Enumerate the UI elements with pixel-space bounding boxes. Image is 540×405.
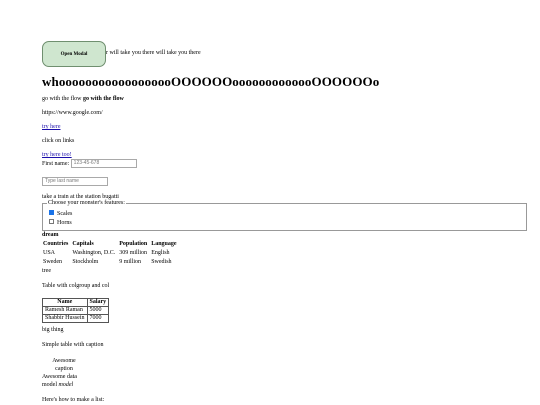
big-heading: whoooooooooooooooooOOOOOOooooooooooooOOO… <box>42 74 380 89</box>
click-on-links-text: click on links <box>42 138 75 144</box>
table-cell: English <box>151 250 170 256</box>
horns-label: Horns <box>57 220 72 226</box>
table-header: Language <box>151 241 177 247</box>
try-here-link[interactable]: try here <box>42 124 61 130</box>
table-header: Salary <box>86 298 110 307</box>
model-normal: model <box>42 382 57 388</box>
table-cell: Stockholm <box>72 259 99 265</box>
table-cell: 309 million <box>119 250 148 256</box>
last-name-field[interactable]: Type last name <box>42 177 108 186</box>
colgroup-caption: Table with colgroup and col <box>42 283 110 289</box>
table-cell: Washington, D.C. <box>72 250 116 256</box>
awesome-caption-line: caption <box>55 366 73 372</box>
first-name-label: First name: <box>42 160 70 167</box>
flow-text: go with the flow go with the flow <box>42 96 124 102</box>
countries-table: Countries Capitals Population Language U… <box>41 240 179 267</box>
marquee-text: r will take you there will take you ther… <box>106 50 201 56</box>
awesome-caption: Awesome caption <box>42 357 86 373</box>
flow-normal: go with the flow <box>42 96 82 102</box>
tree-text: tree <box>42 268 51 274</box>
checkbox-row-scales[interactable]: Scales <box>49 210 73 217</box>
table-cell: 9 million <box>119 259 142 265</box>
features-legend: Choose your monster's features: <box>47 200 126 206</box>
open-modal-button[interactable]: Open Modal <box>42 41 106 67</box>
model-text: model model <box>42 382 73 388</box>
checkbox-row-horns[interactable]: Horns <box>49 219 72 226</box>
list-intro-text: Here's how to make a list: <box>42 397 105 403</box>
table-header: Countries <box>43 241 69 247</box>
scales-label: Scales <box>57 211 73 217</box>
table-cell: Swedish <box>151 259 172 265</box>
url-text: https://www.google.com/ <box>42 110 103 116</box>
table-cell: Sweden <box>43 259 62 265</box>
table-row: Sweden Stockholm 9 million Swedish <box>41 258 179 267</box>
table-row: Shabbir Hussein 7000 <box>42 314 110 323</box>
try-here-too-link[interactable]: try here too! <box>42 152 72 158</box>
simple-caption: Simple table with caption <box>42 342 104 348</box>
awesome-caption-line: Awesome <box>52 358 76 364</box>
awesome-data: Awesome data <box>42 374 77 380</box>
table-header-row: Name Salary <box>42 298 110 307</box>
table-header-row: Countries Capitals Population Language <box>41 240 179 249</box>
table-row: USA Washington, D.C. 309 million English <box>41 249 179 258</box>
table-header: Population <box>119 241 148 247</box>
table-cell: Ramesh Raman <box>42 306 88 315</box>
table-row: Ramesh Raman 5000 <box>42 306 110 315</box>
table-cell: 7000 <box>86 314 110 323</box>
table-cell: USA <box>43 250 56 256</box>
scales-checkbox[interactable] <box>49 210 54 216</box>
table-header: Name <box>42 298 88 307</box>
dream-text: dream <box>42 232 59 238</box>
table-cell: Shabbir Hussein <box>42 314 88 323</box>
first-name-field[interactable]: 123-45-678 <box>70 159 137 168</box>
first-name-row: First name: 123-45-678 <box>42 159 137 168</box>
flow-bold: go with the flow <box>83 96 124 102</box>
features-fieldset: Choose your monster's features: Scales H… <box>42 200 527 231</box>
horns-checkbox[interactable] <box>49 219 54 225</box>
model-italic: model <box>58 382 74 388</box>
table-cell: 5000 <box>86 306 110 315</box>
salary-table: Name Salary Ramesh Raman 5000 Shabbir Hu… <box>42 298 110 323</box>
big-thing-text: big thing <box>42 327 64 333</box>
table-header: Capitals <box>72 241 94 247</box>
